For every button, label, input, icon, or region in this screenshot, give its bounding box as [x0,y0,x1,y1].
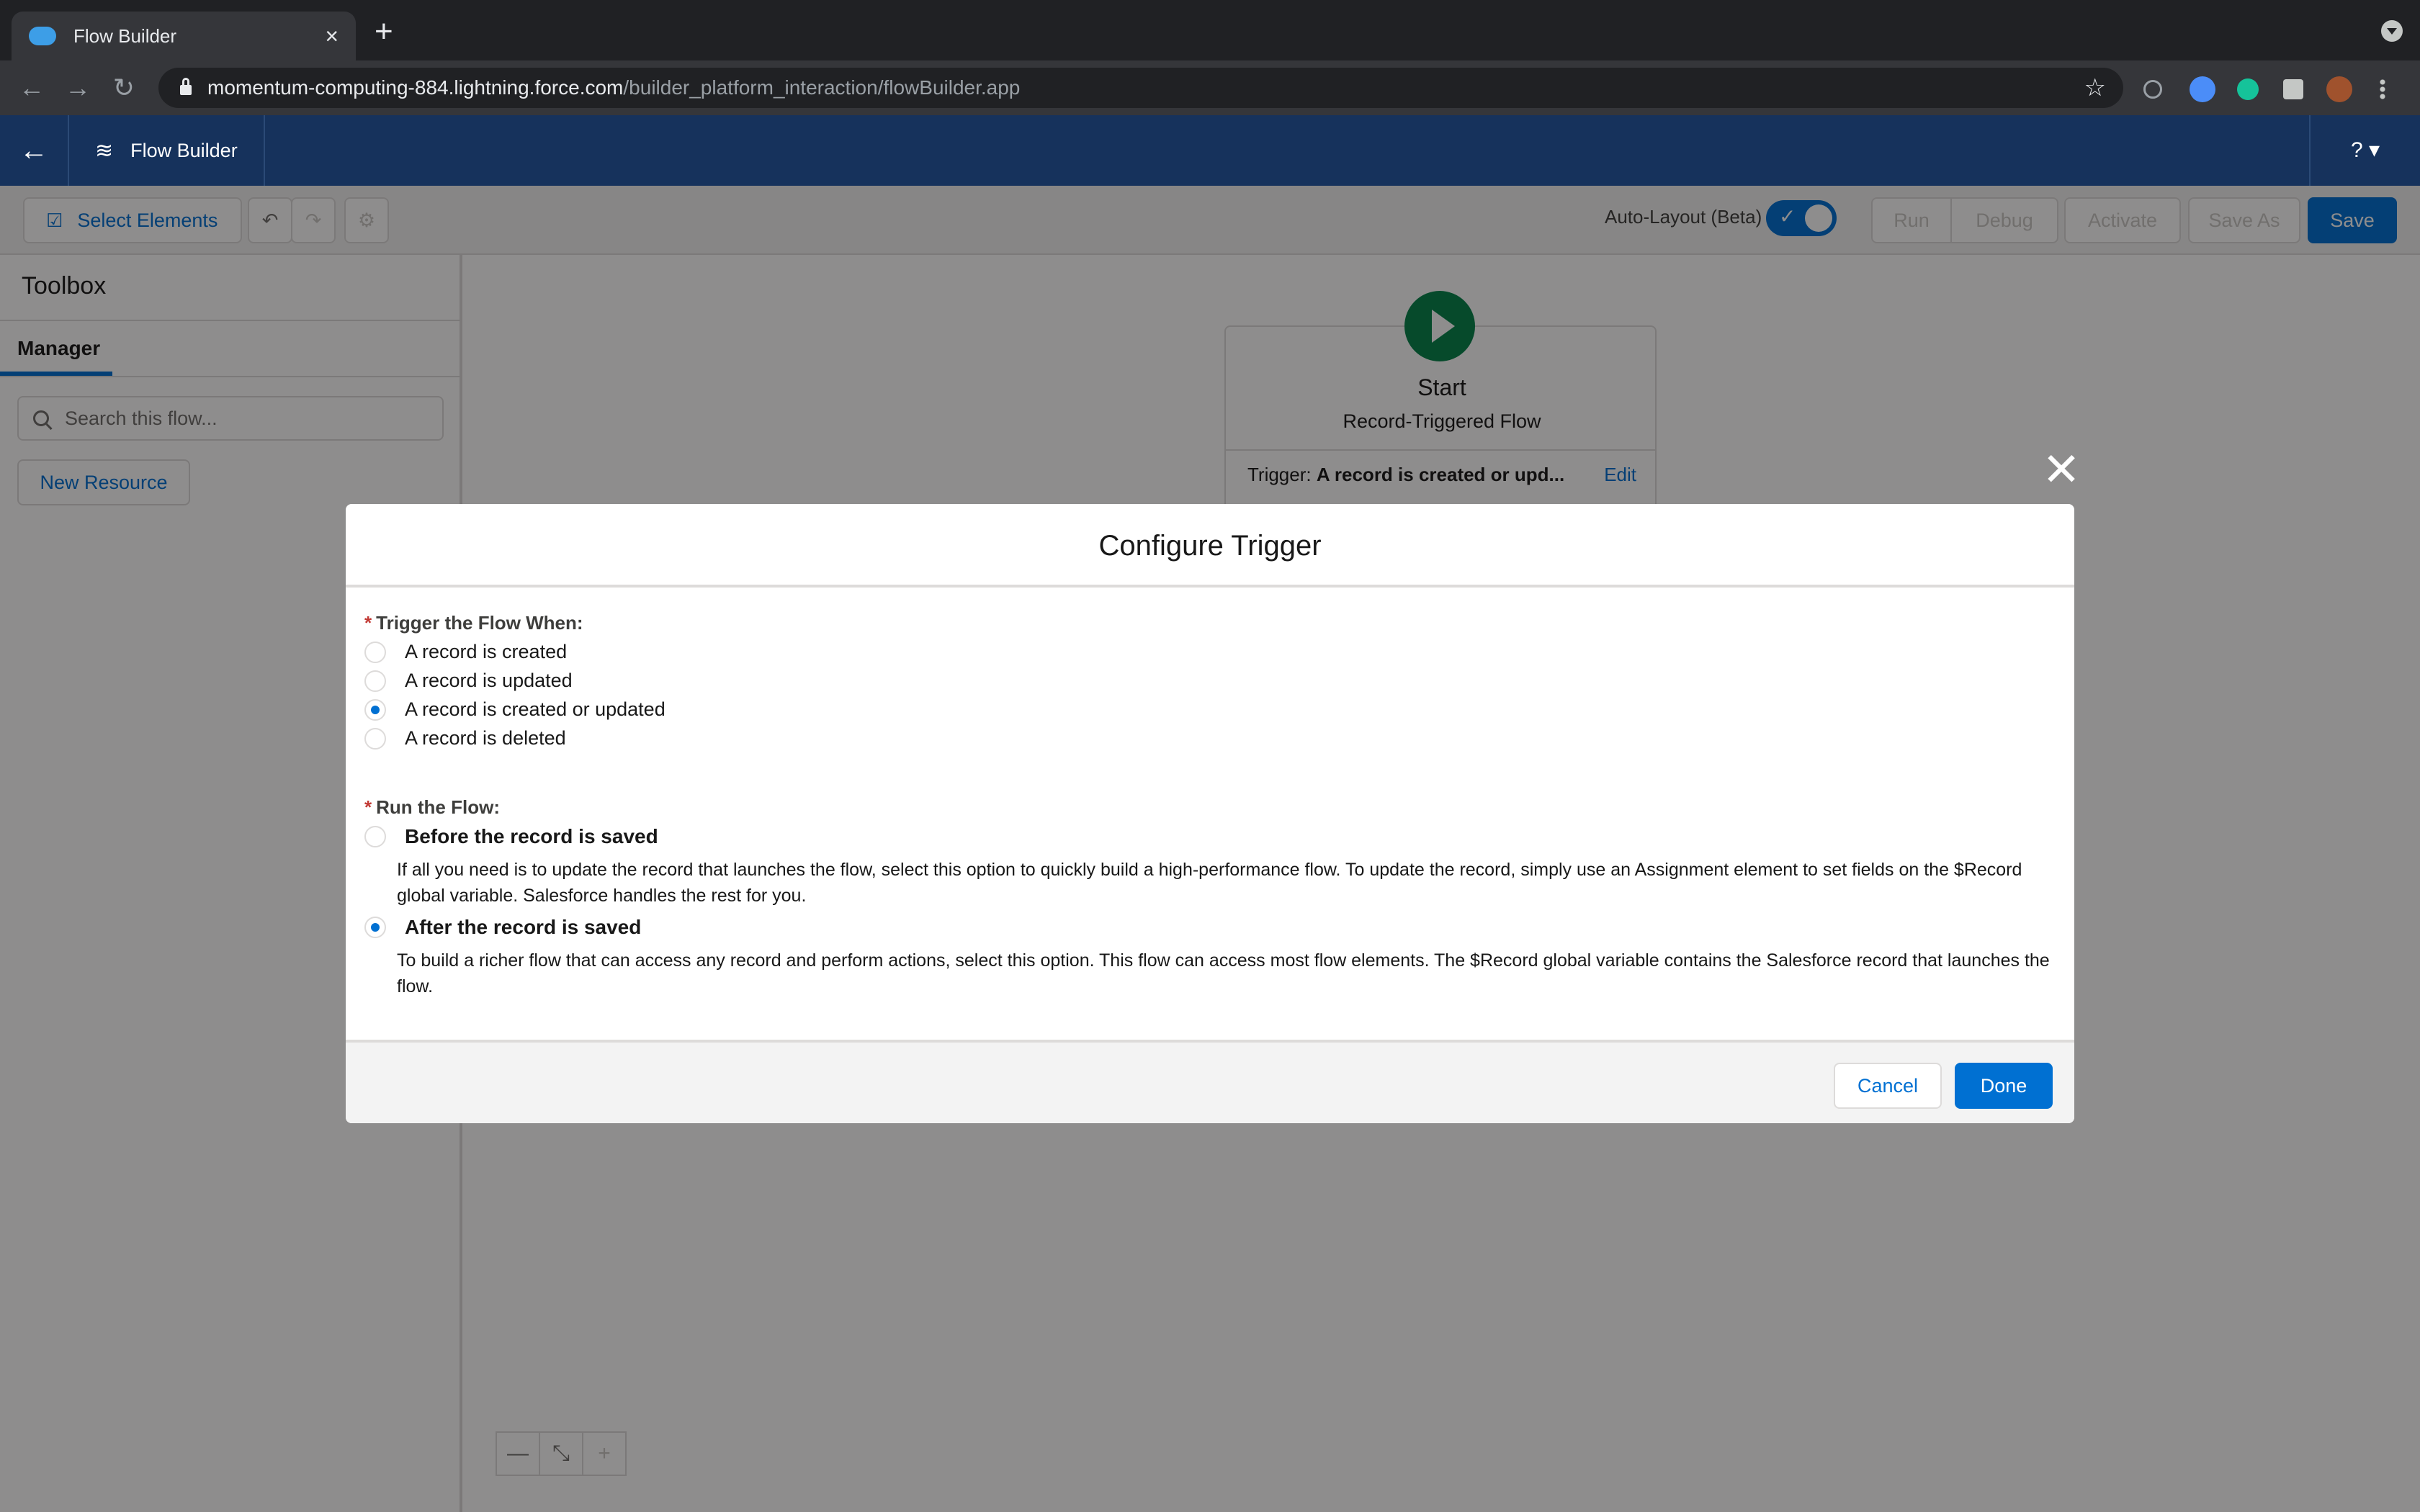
reload-icon[interactable]: ↻ [107,71,141,105]
bookmark-star-icon[interactable]: ☆ [2084,73,2106,102]
browser-tab-title: Flow Builder [73,24,177,47]
trigger-field-label: * Trigger the Flow When: [364,612,583,634]
radio-label: A record is deleted [405,727,566,749]
radio-record-created[interactable]: A record is created [364,641,567,663]
radio-label: A record is updated [405,670,573,691]
grammarly-icon[interactable] [2237,78,2259,100]
new-tab-button[interactable]: + [375,16,393,48]
radio-button [364,641,386,663]
app-title-block: ≋ Flow Builder [69,115,265,186]
salesforce-cloud-icon [29,27,56,45]
radio-record-deleted[interactable]: A record is deleted [364,727,566,750]
cancel-button[interactable]: Cancel [1834,1063,1942,1109]
configure-trigger-modal: Configure Trigger * Trigger the Flow When… [346,504,2074,1123]
modal-footer: Cancel Done [346,1040,2074,1123]
radio-label: Before the record is saved [405,825,658,847]
back-button[interactable]: ← [0,115,69,186]
browser-tab[interactable]: Flow Builder × [12,12,356,60]
profile-avatar[interactable] [2326,76,2352,102]
radio-label: A record is created or updated [405,698,666,720]
run-field-label-text: Run the Flow: [376,796,500,818]
radio-record-updated[interactable]: A record is updated [364,670,573,692]
after-save-description: To build a richer flow that can access a… [397,950,2050,996]
extensions-puzzle-icon[interactable] [2283,79,2303,99]
browser-toolbar: ← → ↻ momentum-computing-884.lightning.f… [0,60,2420,115]
radio-after-save[interactable]: After the record is saved [364,916,641,939]
radio-record-created-or-updated[interactable]: A record is created or updated [364,698,666,721]
radio-button-selected [364,917,386,938]
tab-close-icon[interactable]: × [325,24,339,48]
url-path: /builder_platform_interaction/flowBuilde… [623,76,1021,99]
flow-icon: ≋ [95,138,114,163]
app-header: ← ≋ Flow Builder ? ▾ [0,115,2420,186]
radio-button [364,670,386,692]
run-field-label: * Run the Flow: [364,796,500,819]
modal-title: Configure Trigger [346,504,2074,588]
trigger-field-label-text: Trigger the Flow When: [376,612,583,634]
url-host: momentum-computing-884.lightning.force.c… [207,76,624,99]
browser-menu-icon[interactable] [2380,78,2385,100]
browser-back-icon[interactable]: ← [14,71,49,105]
app-title: Flow Builder [130,139,238,161]
required-asterisk: * [364,796,372,818]
tab-search-icon[interactable] [2381,20,2403,42]
radio-button [364,826,386,847]
modal-body: * Trigger the Flow When: A record is crea… [346,590,2074,824]
radio-button-selected [364,698,386,721]
lock-icon [180,78,192,95]
radio-label: After the record is saved [405,916,642,938]
extension-search-icon[interactable] [2190,76,2215,102]
modal-close-icon[interactable]: ✕ [2041,446,2081,492]
radio-button [364,727,386,750]
before-save-description: If all you need is to update the record … [397,860,2022,906]
required-asterisk: * [364,612,372,634]
radio-before-save[interactable]: Before the record is saved [364,825,658,848]
browser-tab-bar: Flow Builder × + [0,0,2420,60]
address-bar[interactable]: momentum-computing-884.lightning.force.c… [158,68,2123,108]
done-button[interactable]: Done [1955,1063,2053,1109]
radio-label: A record is created [405,641,568,662]
browser-forward-icon[interactable]: → [60,71,95,105]
help-menu-button[interactable]: ? ▾ [2309,115,2420,186]
info-icon[interactable] [2143,80,2162,99]
